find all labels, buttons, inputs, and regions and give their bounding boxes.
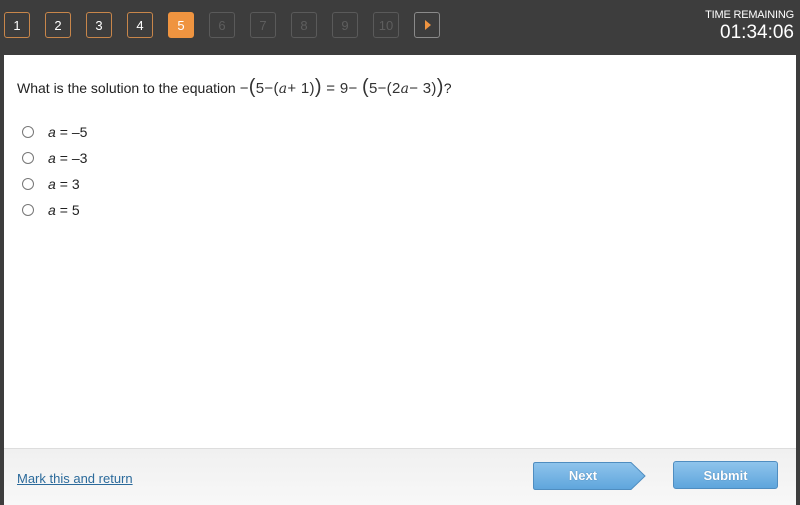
- question-4-button[interactable]: 4: [127, 12, 153, 38]
- question-9-button: 9: [332, 12, 358, 38]
- answer-option-4[interactable]: a = 5: [22, 197, 87, 223]
- question-8-button: 8: [291, 12, 317, 38]
- option-text: = –3: [59, 150, 88, 166]
- eq-part: − 3): [409, 80, 437, 97]
- question-5-button[interactable]: 5: [168, 12, 194, 38]
- option-variable: a: [48, 202, 56, 218]
- option-text: = 5: [59, 202, 80, 218]
- eq-part: ): [436, 76, 444, 98]
- question-3-button[interactable]: 3: [86, 12, 112, 38]
- timer-value: 01:34:06: [720, 22, 794, 43]
- question-prompt: What is the solution to the equation: [17, 79, 236, 96]
- answer-option-1[interactable]: a = –5: [22, 119, 87, 145]
- eq-part: 5−: [255, 80, 274, 97]
- eq-part: −: [239, 80, 249, 97]
- question-suffix: ?: [443, 79, 452, 96]
- eq-part: (: [248, 76, 256, 98]
- option-text: = 3: [59, 176, 80, 192]
- eq-part: + 1): [287, 80, 315, 97]
- question-navigator: 1 2 3 4 5 6 7 8 9 10: [4, 12, 455, 38]
- question-1-button[interactable]: 1: [4, 12, 30, 38]
- submit-button[interactable]: Submit: [673, 461, 778, 489]
- question-panel: What is the solution to the equation −(5…: [4, 55, 796, 448]
- equation: −(5−(a+ 1)) = 9− (5−(2a− 3)): [240, 76, 444, 99]
- question-7-button: 7: [250, 12, 276, 38]
- next-button[interactable]: Next: [533, 462, 646, 490]
- question-6-button: 6: [209, 12, 235, 38]
- timer: TIME REMAINING 01:34:06: [705, 9, 794, 44]
- play-arrow-icon: [425, 20, 431, 30]
- mark-and-return-link[interactable]: Mark this and return: [17, 471, 133, 486]
- option-text: = –5: [59, 124, 88, 140]
- answer-options: a = –5 a = –3 a = 3 a = 5: [22, 119, 87, 223]
- eq-part: ): [314, 76, 322, 98]
- radio-button[interactable]: [22, 178, 34, 190]
- next-question-arrow-button[interactable]: [414, 12, 440, 38]
- option-variable: a: [48, 124, 56, 140]
- next-button-label: Next: [568, 468, 598, 483]
- question-2-button[interactable]: 2: [45, 12, 71, 38]
- eq-part: (2: [386, 80, 401, 97]
- footer-bar: Mark this and return Next Submit: [4, 448, 796, 505]
- question-text: What is the solution to the equation −(5…: [17, 76, 452, 99]
- radio-button[interactable]: [22, 152, 34, 164]
- timer-label: TIME REMAINING: [705, 9, 794, 21]
- option-variable: a: [48, 176, 56, 192]
- option-variable: a: [48, 150, 56, 166]
- radio-button[interactable]: [22, 204, 34, 216]
- answer-option-3[interactable]: a = 3: [22, 171, 87, 197]
- top-bar: 1 2 3 4 5 6 7 8 9 10 TIME REMAINING 01:3…: [0, 0, 800, 54]
- radio-button[interactable]: [22, 126, 34, 138]
- eq-part: (: [362, 76, 369, 98]
- question-10-button: 10: [373, 12, 399, 38]
- eq-part: 5−: [368, 80, 387, 97]
- eq-var: a: [400, 81, 410, 97]
- eq-part: = 9−: [321, 80, 362, 97]
- answer-option-2[interactable]: a = –3: [22, 145, 87, 171]
